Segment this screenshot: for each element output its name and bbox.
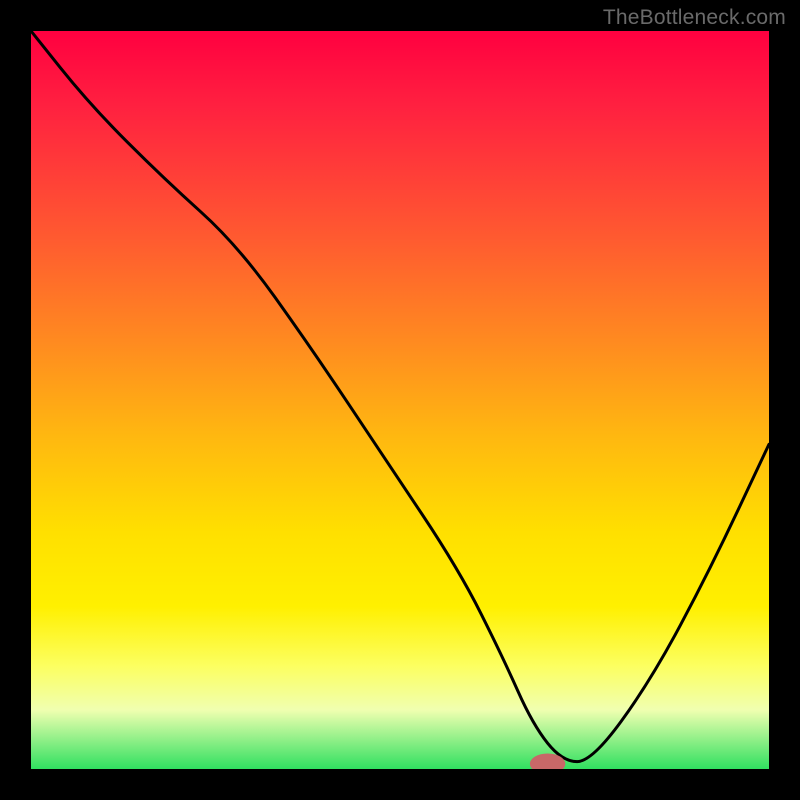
plot-area bbox=[31, 31, 769, 769]
watermark: TheBottleneck.com bbox=[603, 6, 786, 30]
bottleneck-curve bbox=[31, 31, 769, 762]
chart-frame: TheBottleneck.com bbox=[0, 0, 800, 800]
curve-layer bbox=[31, 31, 769, 769]
